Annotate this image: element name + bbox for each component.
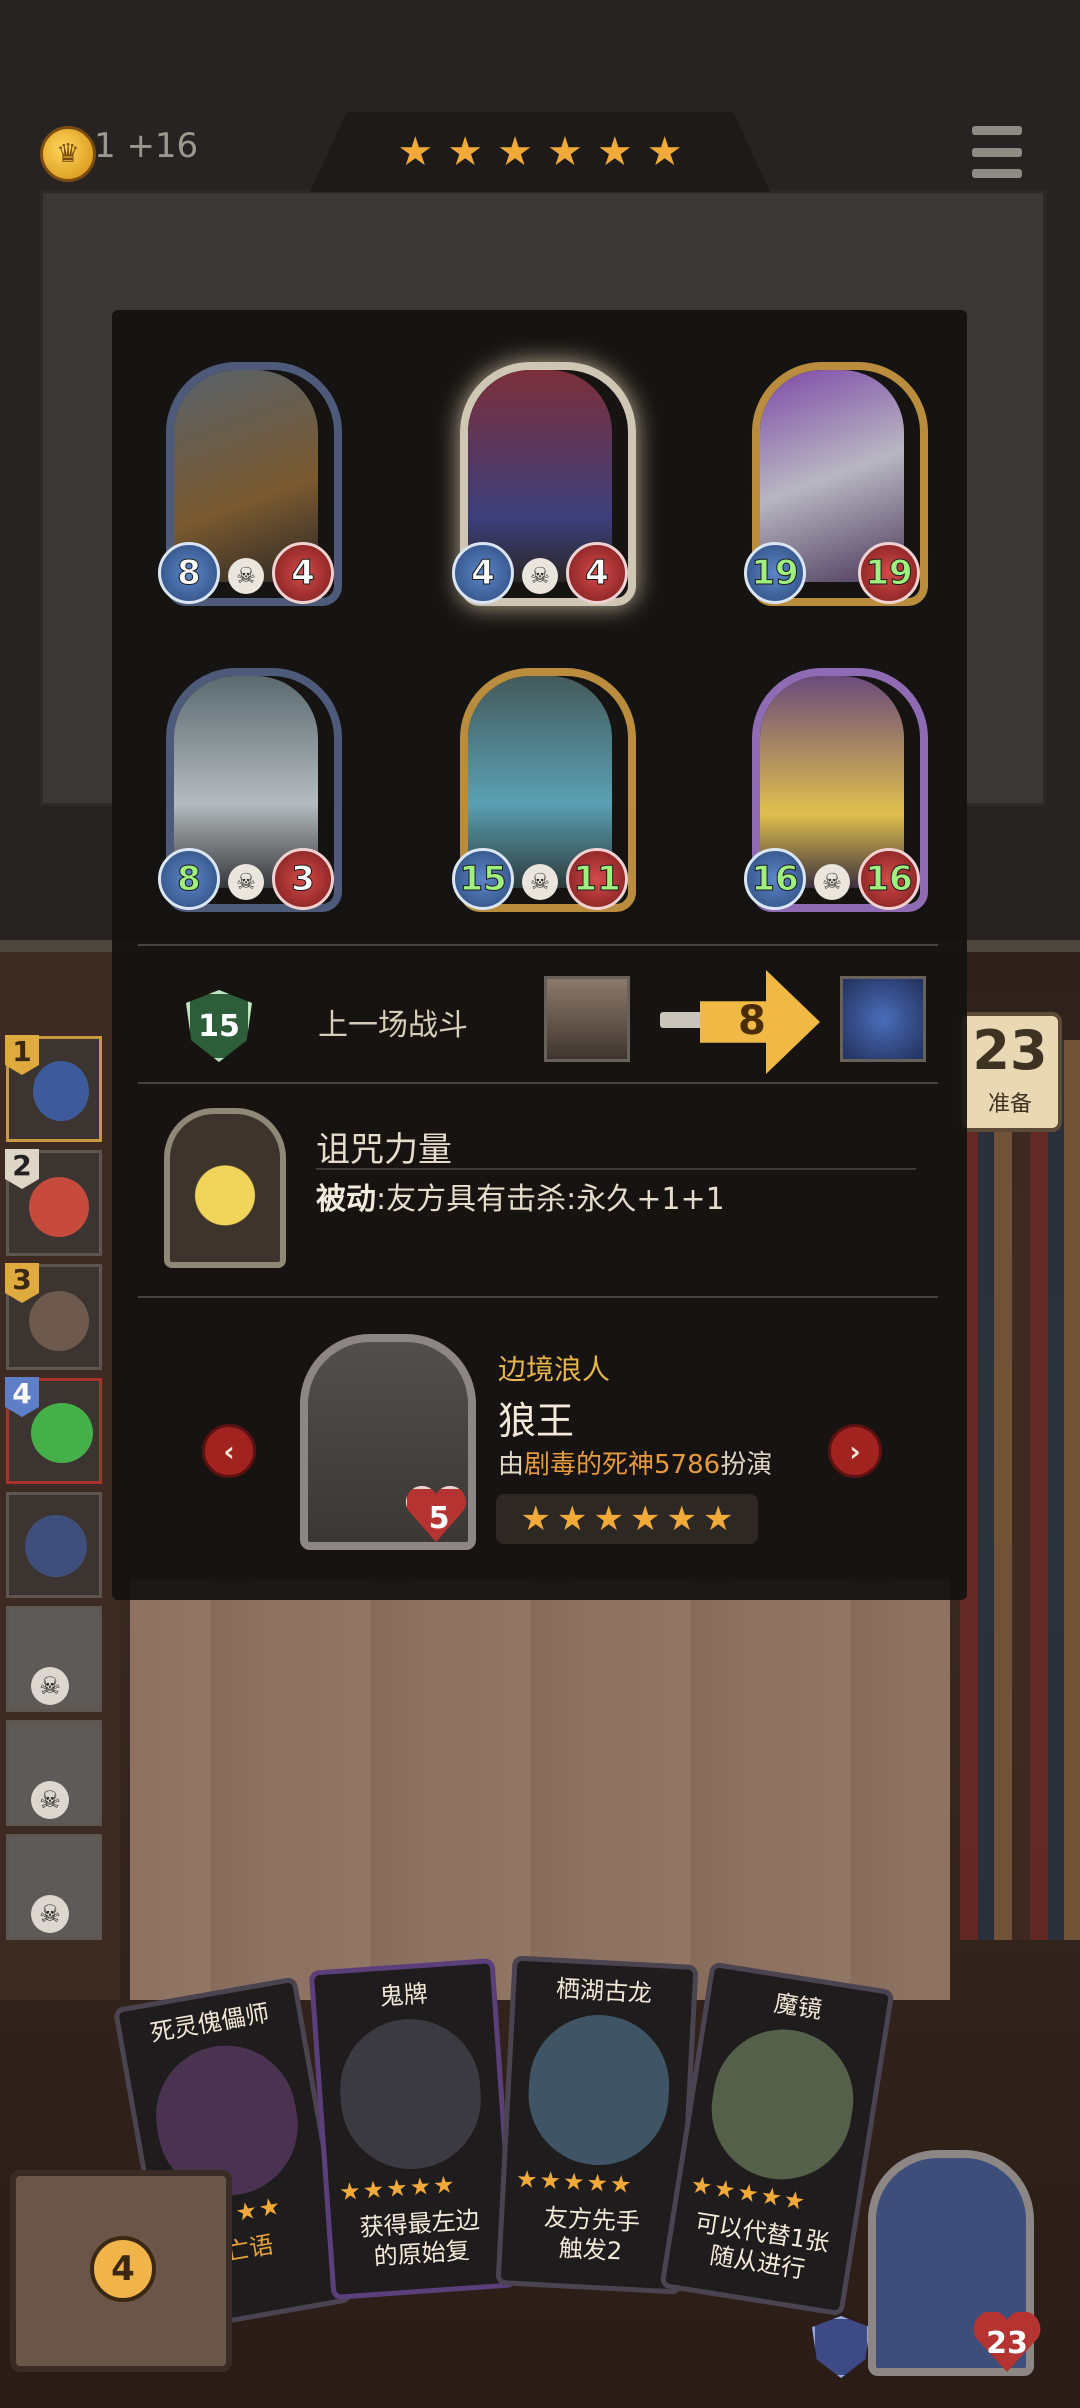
- curse-power-icon: [164, 1108, 286, 1268]
- card-description: 获得最左边 的原始复: [358, 2205, 481, 2272]
- attack-stat: 4: [452, 542, 514, 604]
- roster-player-3[interactable]: 3: [5, 1263, 102, 1370]
- attack-stat: 19: [744, 542, 806, 604]
- star-icon: ★: [630, 1499, 661, 1539]
- hero-class: 边境浪人: [498, 1353, 611, 1386]
- prev-arrow-button[interactable]: ‹: [202, 1424, 256, 1478]
- last-battle-label: 上一场战斗: [318, 1008, 468, 1043]
- hero-star-rating: ★ ★ ★ ★ ★ ★: [496, 1494, 758, 1544]
- health-stat: 4: [566, 542, 628, 604]
- card-description: 可以代替1张 随从进行: [693, 2208, 832, 2284]
- card-stars: ★★★★★: [338, 2170, 458, 2207]
- roster-player-7[interactable]: ☠: [6, 1720, 102, 1826]
- star-icon: ★: [547, 129, 583, 175]
- wolf-king-portrait: [544, 976, 630, 1062]
- sword-icon: [660, 1012, 706, 1028]
- attack-stat: 8: [158, 542, 220, 604]
- attack-stat: 16: [744, 848, 806, 910]
- board-card[interactable]: 19 19: [744, 362, 928, 606]
- rank-badge: 3: [5, 1263, 39, 1303]
- star-icon: ★: [497, 129, 533, 175]
- health-stat: 3: [272, 848, 334, 910]
- skull-icon: ☠: [31, 1667, 69, 1705]
- divider: [316, 1168, 916, 1170]
- prepare-count: 23: [972, 1019, 1048, 1082]
- prepare-timer: 23 准备: [958, 1012, 1062, 1132]
- skull-icon: ☠: [814, 864, 850, 900]
- rank-badge: 1: [5, 1035, 39, 1075]
- right-bookshelf: [960, 1040, 1080, 1940]
- skull-icon: ☠: [522, 864, 558, 900]
- divider: [138, 944, 938, 946]
- divider: [138, 1296, 938, 1298]
- roster-player-1[interactable]: 1: [5, 1035, 102, 1142]
- skull-icon: ☠: [31, 1781, 69, 1819]
- star-icon: ★: [593, 1499, 624, 1539]
- divider: [138, 1082, 938, 1084]
- damage-value: 8: [738, 998, 766, 1044]
- monster-avatar: [33, 1061, 89, 1121]
- relic-description: 被动:友方具有击杀:永久+1+1: [316, 1182, 725, 1217]
- board-card[interactable]: 4 ☠ 4: [452, 362, 636, 606]
- card-title: 鬼牌: [378, 1979, 429, 2011]
- next-arrow-button[interactable]: ›: [828, 1424, 882, 1478]
- card-stars: ★★★★★: [515, 2164, 635, 2199]
- star-icon: ★: [447, 129, 484, 175]
- roster-player-2[interactable]: 2: [5, 1149, 102, 1256]
- hero-player-line: 由剧毒的死神5786扮演: [498, 1450, 773, 1480]
- coin-counter: 1 +16: [94, 126, 199, 166]
- roster-player-5[interactable]: [6, 1492, 102, 1598]
- prepare-label: 准备: [987, 1092, 1032, 1117]
- relic-name: 诅咒力量: [316, 1130, 452, 1170]
- card-title: 栖湖古龙: [555, 1974, 653, 2008]
- skull-icon: ☠: [228, 864, 264, 900]
- tier-star-banner: ★ ★ ★ ★ ★ ★: [310, 112, 770, 192]
- health-stat: 11: [566, 848, 628, 910]
- attack-stat: 8: [158, 848, 220, 910]
- board-card[interactable]: 15 ☠ 11: [452, 668, 636, 912]
- skull-icon: ☠: [228, 558, 264, 594]
- roster-player-4[interactable]: 4: [5, 1377, 102, 1484]
- health-stat: 16: [858, 848, 920, 910]
- card-art: [525, 2011, 673, 2169]
- health-stat: 19: [858, 542, 920, 604]
- chest-count: 4: [90, 2236, 156, 2302]
- attack-stat: 15: [452, 848, 514, 910]
- card-art: [335, 2014, 486, 2174]
- crown-coin-icon: ♛: [40, 126, 96, 182]
- roster-player-6[interactable]: ☠: [6, 1606, 102, 1712]
- hand-card[interactable]: 鬼牌 ★★★★★ 获得最左边 的原始复: [308, 1957, 518, 2301]
- star-icon: ★: [702, 1499, 734, 1539]
- health-stat: 4: [272, 542, 334, 604]
- star-icon: ★: [646, 129, 683, 175]
- owl-avatar: [25, 1515, 87, 1577]
- menu-icon[interactable]: [972, 126, 1022, 178]
- roster-player-8[interactable]: ☠: [6, 1834, 102, 1940]
- skull-icon: ☠: [522, 558, 558, 594]
- star-icon: ★: [666, 1499, 697, 1539]
- wooden-board: [130, 1580, 950, 2000]
- opponent-monster-portrait: [840, 976, 926, 1062]
- gnome-avatar: [29, 1177, 89, 1237]
- star-icon: ★: [520, 1499, 552, 1539]
- board-card[interactable]: 8 ☠ 4: [158, 362, 342, 606]
- board-card[interactable]: 8 ☠ 3: [158, 668, 342, 912]
- card-description: 友方先手 触发2: [543, 2203, 641, 2266]
- hero-name: 狼王: [498, 1399, 575, 1443]
- board-card[interactable]: 16 ☠ 16: [744, 668, 928, 912]
- star-icon: ★: [557, 1499, 588, 1539]
- skull-icon: ☠: [31, 1895, 69, 1933]
- card-art: [701, 2019, 864, 2190]
- rank-badge: 2: [5, 1149, 39, 1189]
- star-icon: ★: [596, 129, 633, 175]
- rank-badge: 4: [5, 1377, 39, 1417]
- wolf-king-avatar: [29, 1291, 89, 1351]
- star-icon: ★: [397, 129, 434, 175]
- goblin-avatar: [31, 1403, 93, 1463]
